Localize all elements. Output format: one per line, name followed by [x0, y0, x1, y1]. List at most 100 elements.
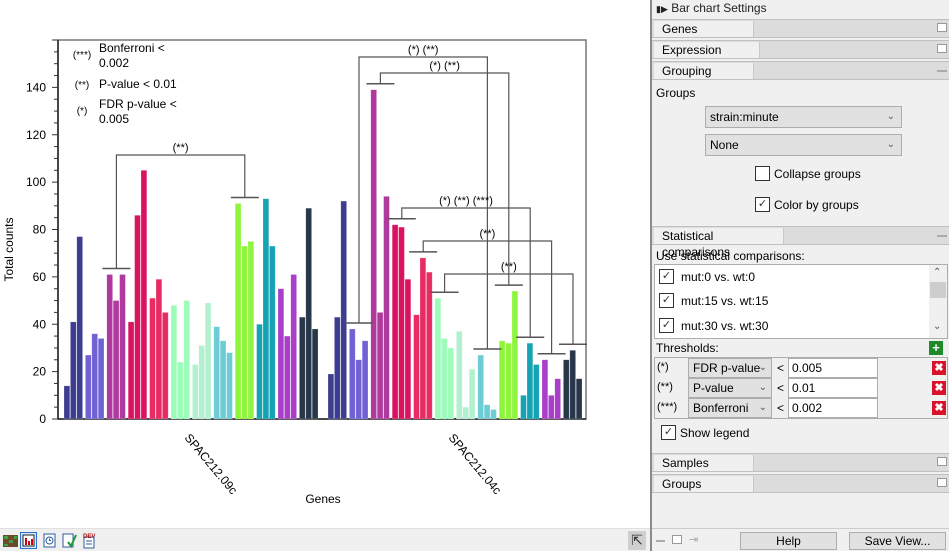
bar	[575, 378, 583, 420]
bar	[505, 342, 512, 420]
bar-chart: 0 20 40 60 80 100 120 140 Total counts Genes SPAC2…	[2, 39, 587, 506]
legend-marker: (**)	[75, 80, 89, 91]
threshold-value-input[interactable]: 0.01	[788, 378, 878, 398]
section-groups-label: Groups	[654, 476, 754, 492]
section-grouping[interactable]: Grouping	[652, 61, 949, 80]
bar	[376, 312, 384, 420]
dock-icon[interactable]: ⇥	[689, 533, 698, 546]
comparison-checkbox[interactable]: ✓	[659, 293, 674, 308]
comparison-label: (*) (**)	[429, 60, 460, 72]
color-by-groups-checkbox[interactable]: ✓	[755, 197, 770, 212]
bar	[127, 321, 135, 420]
bar	[462, 406, 469, 420]
legend-marker: (*)	[77, 106, 88, 117]
bar	[426, 271, 433, 420]
bar	[569, 350, 576, 420]
scrollbar-thumb[interactable]	[930, 282, 946, 298]
color-by-groups-label: Color by groups	[774, 198, 859, 212]
bar	[63, 385, 71, 420]
threshold-type-select[interactable]: FDR p-value ⌄	[688, 358, 772, 378]
group-select-primary[interactable]: strain:minute ⌄	[705, 106, 902, 128]
section-samples-label: Samples	[654, 455, 754, 471]
minimize-icon[interactable]	[656, 540, 665, 542]
delete-threshold-icon[interactable]: ✖	[932, 381, 946, 395]
y-tick-label: 80	[33, 223, 47, 237]
add-threshold-button[interactable]: +	[929, 341, 943, 355]
section-groups[interactable]: Groups	[652, 474, 949, 493]
checkmark-icon: ✓	[663, 426, 674, 438]
help-button[interactable]: Help	[740, 532, 837, 550]
bar-chart-view-icon[interactable]	[20, 532, 37, 549]
section-expression-values[interactable]: Expression values	[652, 40, 949, 73]
dev-report-icon[interactable]: DEV	[81, 532, 98, 549]
collapse-icon[interactable]	[937, 70, 947, 72]
expand-icon[interactable]	[937, 478, 947, 487]
expand-icon[interactable]	[937, 457, 947, 466]
section-samples[interactable]: Samples	[652, 453, 949, 472]
bar	[391, 224, 399, 420]
settings-title[interactable]: ▮▶ Bar chart Settings	[656, 0, 767, 16]
bar	[91, 333, 98, 420]
bar	[112, 300, 120, 420]
chevron-down-icon: ⌄	[886, 139, 895, 150]
threshold-value-input[interactable]: 0.002	[788, 398, 878, 418]
bar	[241, 245, 248, 420]
delete-threshold-icon[interactable]: ✖	[932, 361, 946, 375]
show-legend-checkbox[interactable]: ✓	[661, 425, 676, 440]
bar	[456, 331, 463, 420]
legend-text: 0.005	[99, 112, 129, 126]
section-genes-label: Genes	[654, 21, 754, 37]
bar	[355, 359, 362, 420]
y-axis-label: Total counts	[2, 217, 16, 281]
comparison-checkbox[interactable]: ✓	[659, 269, 674, 284]
bar	[383, 196, 390, 420]
validation-icon[interactable]	[61, 532, 78, 549]
legend-text: P-value < 0.01	[99, 77, 177, 91]
comparison-checkbox[interactable]: ✓	[659, 318, 674, 333]
history-icon[interactable]	[41, 532, 58, 549]
settings-title-text: Bar chart Settings	[671, 1, 767, 15]
bar	[70, 321, 77, 420]
expand-icon[interactable]	[937, 44, 947, 53]
bar	[334, 316, 341, 420]
scroll-up-icon[interactable]: ⌃	[933, 267, 941, 278]
bar	[226, 352, 233, 420]
thresholds-table: (*) FDR p-value ⌄ < 0.005 ✖ (**) P-value ⌄…	[654, 357, 948, 419]
threshold-value-input[interactable]: 0.005	[788, 358, 878, 378]
folder-icon[interactable]	[672, 535, 682, 544]
group-select-secondary[interactable]: None ⌄	[705, 134, 902, 156]
threshold-type-select[interactable]: Bonferroni ⌄	[688, 398, 772, 418]
comparisons-list[interactable]: ✓ mut:0 vs. wt:0 ✓ mut:15 vs. wt:15 ✓ mu…	[654, 264, 948, 339]
bar	[468, 368, 476, 420]
chevron-down-icon: ⌄	[758, 362, 767, 373]
section-statistical-comparisons[interactable]: Statistical comparisons	[652, 226, 949, 259]
bar	[256, 323, 263, 420]
collapse-groups-checkbox[interactable]	[755, 166, 770, 181]
section-genes[interactable]: Genes	[652, 19, 949, 38]
expand-icon[interactable]	[937, 23, 947, 32]
legend-text: FDR p-value <	[99, 97, 177, 111]
list-scrollbar[interactable]: ⌃ ⌄	[929, 265, 947, 338]
collapse-icon[interactable]	[937, 235, 947, 237]
bar	[511, 290, 519, 420]
bar	[548, 395, 555, 420]
comparison-label: (**)	[173, 142, 189, 154]
table-view-icon[interactable]	[2, 532, 19, 549]
bar	[299, 316, 306, 420]
use-stat-label: Use statistical comparisons:	[656, 249, 805, 263]
bar	[447, 347, 454, 420]
section-grouping-label: Grouping	[654, 63, 754, 79]
save-view-button[interactable]: Save View...	[849, 532, 946, 550]
bar	[563, 359, 570, 420]
bar	[541, 359, 549, 420]
delete-threshold-icon[interactable]: ✖	[932, 401, 946, 415]
bar	[134, 214, 141, 420]
threshold-type-select[interactable]: P-value ⌄	[688, 378, 772, 398]
scroll-down-icon[interactable]: ⌄	[933, 321, 941, 332]
pointer-mode-icon[interactable]: ⇱	[628, 531, 646, 550]
y-tick-label: 100	[26, 175, 46, 189]
y-tick-label: 120	[26, 128, 46, 142]
bar	[340, 200, 347, 420]
bar	[404, 278, 412, 420]
chevron-down-icon: ⌄	[758, 402, 767, 413]
